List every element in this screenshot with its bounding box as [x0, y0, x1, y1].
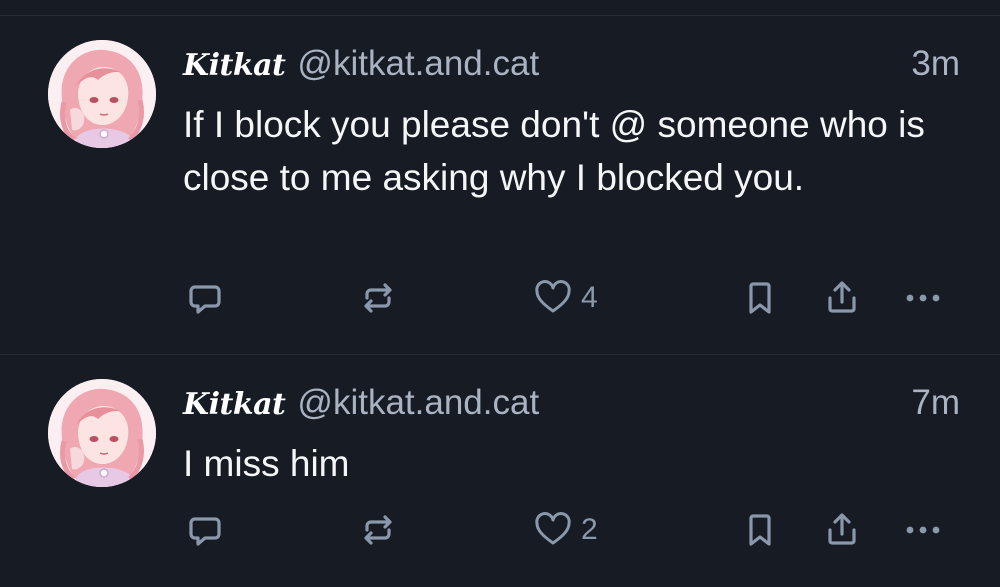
post-timestamp[interactable]: 7m: [911, 383, 960, 423]
avatar-image: [48, 40, 156, 148]
reply-button[interactable]: [185, 278, 225, 318]
bookmark-button[interactable]: [740, 278, 780, 318]
avatar[interactable]: [48, 40, 156, 148]
share-upload-icon: [828, 513, 856, 545]
share-upload-icon: [828, 281, 856, 313]
post-header: Kitkat @kitkat.and.cat 7m: [183, 383, 960, 427]
bookmark-icon: [749, 514, 771, 546]
post-item[interactable]: Kitkat @kitkat.and.cat 7m I miss him 2: [0, 355, 1000, 587]
post-item[interactable]: Kitkat @kitkat.and.cat 3m If I block you…: [0, 16, 1000, 355]
more-dots-icon: [906, 294, 940, 302]
repost-button[interactable]: [358, 510, 398, 550]
post-text: I miss him: [183, 443, 350, 484]
display-name[interactable]: Kitkat: [183, 48, 286, 83]
reply-button[interactable]: [185, 510, 225, 550]
heart-icon: [535, 280, 571, 313]
repost-button[interactable]: [358, 278, 398, 318]
bookmark-button[interactable]: [740, 510, 780, 550]
avatar-image: [48, 379, 156, 487]
user-handle[interactable]: @kitkat.and.cat: [297, 44, 539, 84]
user-handle[interactable]: @kitkat.and.cat: [297, 383, 539, 423]
like-button[interactable]: 4: [533, 278, 598, 318]
bookmark-icon: [749, 282, 771, 314]
like-count: 2: [581, 513, 598, 546]
post-actions: 2: [0, 510, 1000, 550]
reply-bubble-icon: [189, 285, 221, 314]
more-dots-icon: [906, 526, 940, 534]
share-button[interactable]: [822, 510, 862, 550]
post-timestamp[interactable]: 3m: [911, 44, 960, 84]
like-button[interactable]: 2: [533, 510, 598, 550]
display-name[interactable]: Kitkat: [183, 387, 286, 422]
share-button[interactable]: [822, 278, 862, 318]
like-count: 4: [581, 281, 598, 314]
reply-bubble-icon: [189, 517, 221, 546]
heart-icon: [535, 512, 571, 545]
repost-arrows-icon: [364, 283, 392, 313]
more-options-button[interactable]: [903, 278, 943, 318]
post-feed: Kitkat @kitkat.and.cat 3m If I block you…: [0, 0, 1000, 587]
post-actions: 4: [0, 278, 1000, 318]
more-options-button[interactable]: [903, 510, 943, 550]
repost-arrows-icon: [364, 515, 392, 545]
avatar[interactable]: [48, 379, 156, 487]
post-text: If I block you please don't @ someone wh…: [183, 104, 925, 198]
post-header: Kitkat @kitkat.and.cat 3m: [183, 44, 960, 88]
